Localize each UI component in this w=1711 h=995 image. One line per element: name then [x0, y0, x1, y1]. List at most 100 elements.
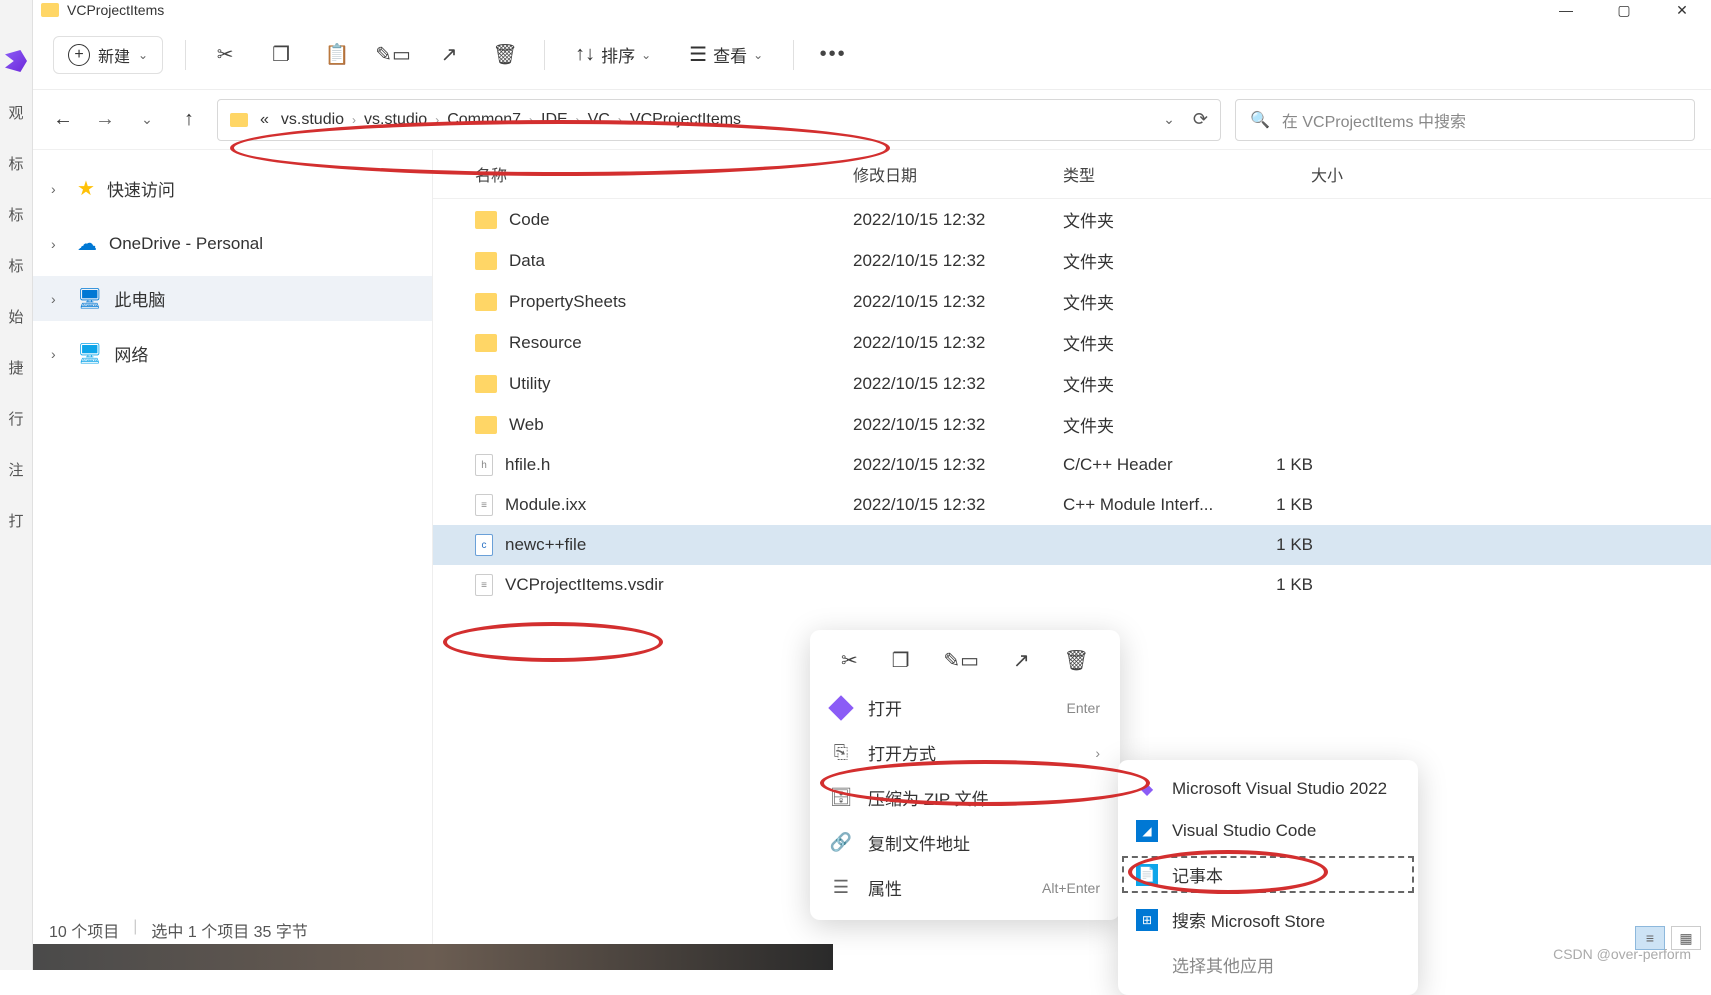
folder-icon [475, 375, 497, 393]
context-properties[interactable]: ☰ 属性 Alt+Enter [810, 865, 1120, 910]
expand-icon[interactable]: › [51, 291, 65, 307]
expand-icon[interactable]: › [51, 181, 65, 197]
submenu-msstore[interactable]: ⊞ 搜索 Microsoft Store [1118, 897, 1418, 942]
msstore-icon: ⊞ [1136, 909, 1158, 931]
vs2022-icon: ◆ [1136, 778, 1158, 800]
refresh-button[interactable]: ⟳ [1193, 109, 1208, 130]
view-dropdown[interactable]: ☰ 查看 ⌄ [681, 38, 771, 71]
submenu-choose-other[interactable]: 选择其他应用 [1118, 942, 1418, 987]
recent-chevron[interactable]: ⌄ [133, 111, 161, 128]
chevron-right-icon: › [1095, 745, 1100, 761]
folder-icon [475, 252, 497, 270]
rename-icon[interactable]: ✎▭ [943, 648, 979, 673]
folder-icon [475, 211, 497, 229]
file-name: Module.ixx [505, 495, 586, 515]
file-size: 1 KB [1243, 495, 1343, 515]
open-label: 打开 [868, 695, 902, 720]
breadcrumb-item[interactable]: vs.studio [277, 111, 348, 129]
forward-button[interactable]: → [91, 108, 119, 131]
file-row[interactable]: PropertySheets2022/10/15 12:32文件夹 [433, 281, 1711, 322]
new-button[interactable]: + 新建 ⌄ [53, 36, 163, 74]
delete-icon[interactable]: 🗑 [1064, 648, 1089, 673]
share-icon[interactable]: ↗ [432, 38, 466, 72]
expand-icon[interactable]: › [51, 346, 65, 362]
folder-icon [475, 334, 497, 352]
notepad-icon: 📄 [1136, 864, 1158, 886]
copy-icon[interactable]: ❐ [892, 648, 910, 673]
close-button[interactable]: ✕ [1653, 0, 1711, 20]
search-placeholder: 在 VCProjectItems 中搜索 [1282, 108, 1466, 132]
submenu-notepad[interactable]: 📄 记事本 [1118, 852, 1418, 897]
file-type: C++ Module Interf... [1063, 495, 1243, 515]
delete-icon[interactable]: 🗑 [488, 38, 522, 72]
file-type: 文件夹 [1063, 248, 1243, 273]
nav-network[interactable]: › 🖥 网络 [33, 331, 432, 376]
submenu-vscode[interactable]: ◢ Visual Studio Code [1118, 810, 1418, 852]
toolbar: + 新建 ⌄ ✂ ❐ 📋 ✎▭ ↗ 🗑 ↑↓ 排序 ⌄ ☰ 查看 ⌄ ••• [33, 20, 1711, 90]
selection-status: 选中 1 个项目 35 字节 [151, 918, 307, 942]
context-open[interactable]: 打开 Enter [810, 685, 1120, 730]
sort-dropdown[interactable]: ↑↓ 排序 ⌄ [567, 38, 659, 71]
breadcrumb-item[interactable]: Common7 [443, 111, 525, 129]
context-menu: ✂ ❐ ✎▭ ↗ 🗑 打开 Enter ⎘ 打开方式 › 🗄 压缩为 ZIP 文… [810, 630, 1120, 920]
context-compress[interactable]: 🗄 压缩为 ZIP 文件 [810, 775, 1120, 820]
column-type[interactable]: 类型 [1063, 162, 1243, 186]
breadcrumb-item[interactable]: vs.studio [360, 111, 431, 129]
address-bar[interactable]: « vs.studio › vs.studio › Common7 › IDE … [217, 99, 1221, 141]
file-name: Web [509, 415, 544, 435]
context-copy-path[interactable]: 🔗 复制文件地址 [810, 820, 1120, 865]
file-row[interactable]: Data2022/10/15 12:32文件夹 [433, 240, 1711, 281]
file-row[interactable]: Utility2022/10/15 12:32文件夹 [433, 363, 1711, 404]
share-icon[interactable]: ↗ [1013, 648, 1030, 673]
background-photo-strip [33, 944, 833, 970]
strip-item: 捷 [8, 357, 23, 378]
file-row[interactable]: Web2022/10/15 12:32文件夹 [433, 404, 1711, 445]
breadcrumb-item[interactable]: VCProjectItems [626, 111, 745, 129]
path-dropdown[interactable]: ⌄ [1163, 111, 1175, 128]
column-headers: 名称 修改日期 类型 大小 [433, 150, 1711, 199]
up-button[interactable]: ↑ [175, 108, 203, 131]
file-row[interactable]: Code2022/10/15 12:32文件夹 [433, 199, 1711, 240]
nav-quick-access[interactable]: › ★ 快速访问 [33, 166, 432, 211]
file-type: 文件夹 [1063, 330, 1243, 355]
file-date: 2022/10/15 12:32 [853, 415, 1063, 435]
expand-icon[interactable]: › [51, 236, 65, 252]
strip-item: 观 [8, 102, 23, 123]
sort-icon: ↑↓ [575, 43, 595, 66]
file-row[interactable]: hhfile.h2022/10/15 12:32C/C++ Header1 KB [433, 445, 1711, 485]
context-open-with[interactable]: ⎘ 打开方式 › [810, 730, 1120, 775]
title-bar[interactable]: VCProjectItems — ▢ ✕ [33, 0, 1711, 20]
column-name[interactable]: 名称 [453, 162, 853, 186]
paste-icon[interactable]: 📋 [320, 38, 354, 72]
file-row[interactable]: cnewc++file1 KB [433, 525, 1711, 565]
breadcrumb-item[interactable]: IDE [537, 111, 572, 129]
breadcrumb-item[interactable]: VC [584, 111, 614, 129]
nav-this-pc[interactable]: › 🖥 此电脑 [33, 276, 432, 321]
vs-logo-icon [5, 50, 27, 72]
cut-icon[interactable]: ✂ [841, 648, 858, 673]
vscode-side-strip: 观 标 标 标 始 捷 行 注 打 [0, 0, 33, 970]
nav-onedrive[interactable]: › ☁ OneDrive - Personal [33, 221, 432, 266]
file-row[interactable]: Resource2022/10/15 12:32文件夹 [433, 322, 1711, 363]
file-row[interactable]: ≡Module.ixx2022/10/15 12:32C++ Module In… [433, 485, 1711, 525]
maximize-button[interactable]: ▢ [1595, 0, 1653, 20]
file-row[interactable]: ≡VCProjectItems.vsdir1 KB [433, 565, 1711, 605]
nav-label: 此电脑 [114, 286, 165, 311]
rename-icon[interactable]: ✎▭ [376, 38, 410, 72]
cut-icon[interactable]: ✂ [208, 38, 242, 72]
open-with-label: 打开方式 [868, 740, 936, 765]
minimize-button[interactable]: — [1537, 0, 1595, 20]
file-date: 2022/10/15 12:32 [853, 292, 1063, 312]
folder-icon [41, 3, 59, 17]
overflow-chevron[interactable]: « [256, 111, 273, 129]
column-size[interactable]: 大小 [1243, 162, 1343, 186]
chevron-down-icon: ⌄ [641, 48, 651, 62]
search-input[interactable]: 🔍 在 VCProjectItems 中搜索 [1235, 99, 1695, 141]
submenu-vs2022[interactable]: ◆ Microsoft Visual Studio 2022 [1118, 768, 1418, 810]
back-button[interactable]: ← [49, 108, 77, 131]
column-date[interactable]: 修改日期 [853, 162, 1063, 186]
copy-icon[interactable]: ❐ [264, 38, 298, 72]
strip-item: 打 [8, 510, 23, 531]
more-button[interactable]: ••• [816, 38, 850, 72]
file-type: 文件夹 [1063, 207, 1243, 232]
